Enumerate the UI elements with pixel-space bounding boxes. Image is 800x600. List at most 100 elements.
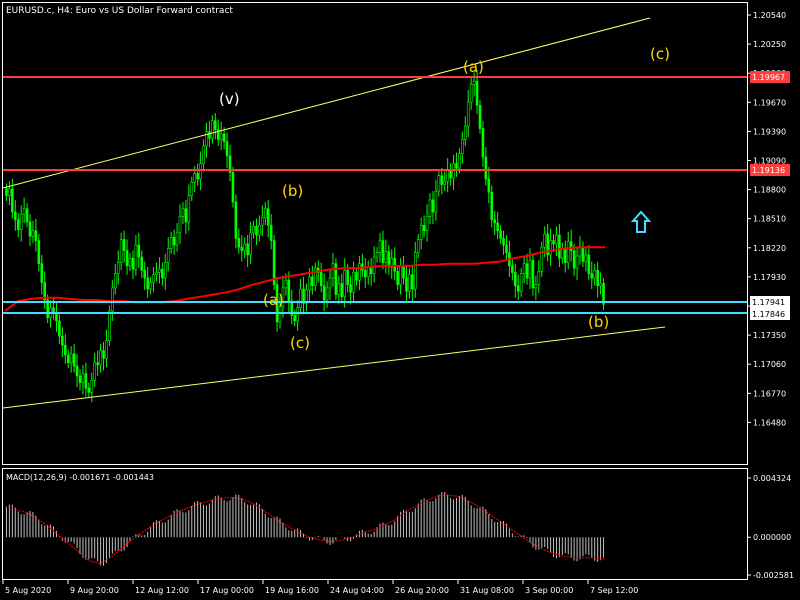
candle-body [416,239,420,253]
candle-body [590,273,594,279]
candle-body [484,156,488,180]
channel-lower-line[interactable] [2,326,666,409]
macd-label: MACD(12,26,9) -0.001671 -0.001443 [6,473,154,482]
candle-body [222,133,226,142]
candle-body [90,379,94,393]
candle-body [328,277,332,289]
candle-body [358,263,361,281]
candle-body [266,208,270,226]
candle-body [143,269,147,279]
time-tick-label: 31 Aug 08:00 [460,586,514,595]
candle-body [369,266,373,274]
candle-body [263,208,267,218]
candle-body [137,244,141,258]
candle-body [122,239,126,251]
candle-body [140,256,144,271]
up-arrow-icon[interactable] [630,210,652,233]
wave-label-a1: (a) [263,291,284,309]
candle-body [125,250,129,267]
price-tick-label: 1.18510 [753,215,786,224]
wave-label-b1: (b) [282,182,303,200]
candle-body [155,272,158,275]
candle-body [75,365,79,377]
candle-body [366,266,370,278]
wave-label-c1: (c) [290,334,310,352]
candle-body [455,163,458,169]
candle-body [555,234,558,245]
candle-body [472,80,476,85]
candle-body [231,172,235,203]
candle-body [287,279,291,302]
time-tick-label: 9 Aug 20:00 [70,586,119,595]
candle-body [587,254,591,274]
price-tick-label: 1.17350 [753,331,786,340]
candle-body [187,195,191,223]
candle-body [252,226,255,234]
time-tick-label: 7 Sep 12:00 [590,586,638,595]
price-tick-label: 1.18220 [753,244,786,253]
price-tick-label: 1.17060 [753,360,786,369]
candle-body [596,269,599,286]
candle-body [384,251,388,263]
candle-body [505,244,508,253]
price-tag-support-upper: 1.17941 [750,296,790,308]
macd-tick-label: -0.002581 [753,571,794,580]
candle-body [575,255,579,269]
price-tick-label: 1.19390 [753,127,786,136]
candle-body [311,276,314,286]
candle-body [272,240,276,285]
candle-body [569,241,573,251]
candle-body [387,251,391,268]
price-chart[interactable]: (v) (b) (a) (c) (a) (c) (b) EURUSD.c, H4… [0,0,800,600]
candle-body [149,282,152,290]
candle-body [105,340,108,359]
candle-body [584,254,588,262]
candle-body [184,208,188,223]
macd-axis: 0.004324 0.000000 -0.002581 [747,474,794,580]
candle-body [481,128,485,158]
candle-body [422,224,426,231]
candle-body [128,257,132,267]
candle-body [431,199,435,213]
candle-body [411,274,414,290]
candle-body [378,240,382,254]
wave-label-v: (v) [219,90,240,108]
time-axis[interactable]: 5 Aug 2020 9 Aug 20:00 12 Aug 12:00 17 Aug … [2,580,638,595]
candle-body [393,257,397,272]
candle-body [566,241,570,263]
price-tick-label: 1.19670 [753,98,786,107]
candle-body [111,287,114,312]
channel-upper-line[interactable] [2,17,651,189]
candle-body [134,244,138,270]
candle-body [458,153,461,169]
candle-body [331,263,335,279]
candle-body [563,248,567,263]
candle-body [166,248,170,263]
candle-body [193,173,197,183]
candle-body [234,201,238,239]
candle-body [19,213,23,230]
candle-body [308,276,311,291]
candle-body [443,180,447,185]
candle-body [549,240,552,256]
candle-body [243,243,247,251]
candle-body [72,353,76,367]
svg-text:1.17846: 1.17846 [752,310,785,319]
main-chart-frame [2,2,748,465]
candle-body [405,277,408,292]
candle-body [240,246,244,251]
candle-body [531,260,535,289]
candle-body [543,233,547,248]
candle-body [25,208,29,223]
candle-body [152,274,155,283]
candle-body [119,239,123,263]
candle-body [175,232,179,246]
candle-body [146,277,149,290]
candle-body [519,273,523,292]
candlestick-series [5,70,605,403]
candle-body [93,362,97,381]
candle-body [375,252,379,258]
time-tick-label: 17 Aug 00:00 [200,586,254,595]
price-tag-support-lower: 1.17846 [750,308,790,320]
price-tick-label: 1.16480 [753,418,786,427]
